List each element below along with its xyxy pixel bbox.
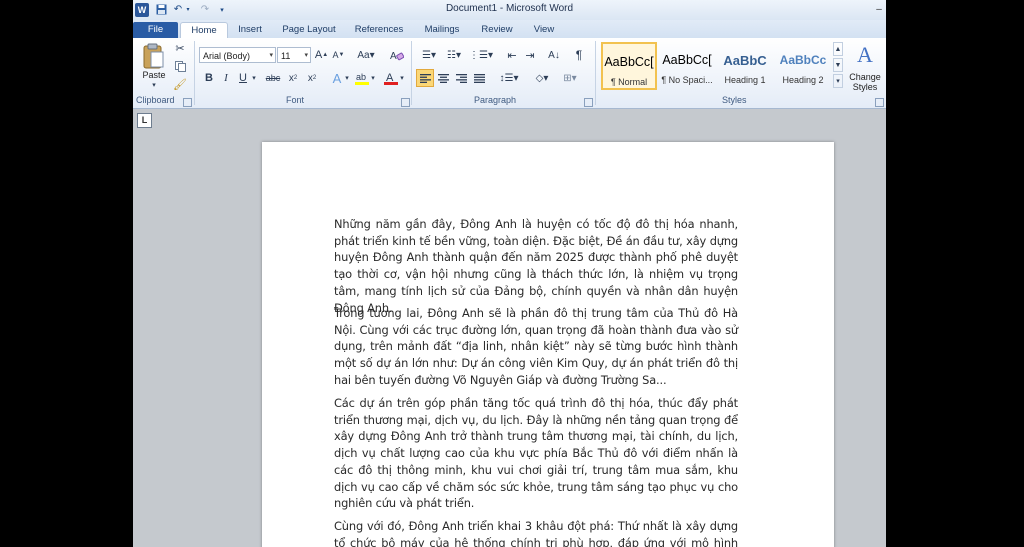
tab-view[interactable]: View bbox=[528, 22, 560, 38]
style-heading-1[interactable]: AaBbC Heading 1 bbox=[717, 42, 773, 90]
styles-more-icon[interactable]: ▾ bbox=[833, 74, 843, 88]
svg-text:A: A bbox=[390, 51, 397, 62]
italic-icon[interactable]: I bbox=[219, 70, 233, 86]
styles-group-label: Styles bbox=[722, 95, 747, 105]
change-styles-button[interactable]: Change Styles bbox=[845, 71, 885, 93]
subscript-icon[interactable]: x2 bbox=[286, 70, 300, 86]
svg-text:ab: ab bbox=[356, 72, 366, 82]
paste-icon[interactable] bbox=[142, 42, 166, 70]
highlight-icon[interactable]: ab bbox=[354, 70, 370, 86]
chevron-down-icon: ▾ bbox=[304, 52, 308, 59]
underline-dropdown-icon[interactable]: ▾ bbox=[250, 70, 258, 86]
tab-mailings[interactable]: Mailings bbox=[418, 22, 466, 38]
font-color-dropdown-icon[interactable]: ▾ bbox=[398, 70, 406, 86]
style-no-spacing[interactable]: AaBbCc[ ¶ No Spaci... bbox=[659, 42, 715, 90]
group-divider bbox=[411, 41, 412, 105]
font-size-value: 11 bbox=[281, 51, 291, 61]
document-paragraph[interactable]: Những năm gần đây, Đông Anh là huyện có … bbox=[334, 216, 738, 316]
shrink-font-icon[interactable]: A ▼ bbox=[331, 47, 346, 63]
strikethrough-icon[interactable]: abc bbox=[265, 70, 281, 86]
style-name: ¶ Normal bbox=[610, 77, 648, 87]
change-styles-icon[interactable]: A bbox=[850, 42, 880, 68]
change-case-icon[interactable]: Aa▾ bbox=[355, 47, 377, 63]
numbering-icon[interactable]: ☷▾ bbox=[443, 47, 465, 63]
increase-indent-icon[interactable]: ⇥ bbox=[522, 47, 538, 63]
clear-formatting-icon[interactable]: A bbox=[389, 47, 405, 63]
bold-icon[interactable]: B bbox=[202, 70, 216, 86]
styles-launcher-icon[interactable] bbox=[875, 98, 884, 107]
document-paragraph[interactable]: Trong tương lai, Đông Anh sẽ là phần đô … bbox=[334, 305, 738, 389]
style-normal[interactable]: AaBbCc[ ¶ Normal bbox=[601, 42, 657, 90]
clipboard-group-label: Clipboard bbox=[136, 95, 175, 105]
title-bar: W ↶ ▾ ↷ ▾ Document1 - Microsoft Word – bbox=[133, 0, 886, 20]
style-sample: AaBbC bbox=[723, 53, 767, 68]
font-name-dropdown[interactable]: Arial (Body) ▾ bbox=[199, 47, 276, 63]
document-page[interactable]: Những năm gần đây, Đông Anh là huyện có … bbox=[262, 142, 834, 547]
tab-references[interactable]: References bbox=[351, 22, 407, 38]
superscript-icon[interactable]: x2 bbox=[305, 70, 319, 86]
styles-scroll-down-icon[interactable]: ▼ bbox=[833, 58, 843, 72]
align-left-icon[interactable] bbox=[416, 69, 434, 87]
style-name: Heading 2 bbox=[782, 75, 824, 85]
tab-file[interactable]: File bbox=[133, 22, 178, 38]
copy-icon[interactable] bbox=[173, 59, 187, 73]
font-launcher-icon[interactable] bbox=[401, 98, 410, 107]
document-paragraph[interactable]: Cùng với đó, Đông Anh triển khai 3 khâu … bbox=[334, 518, 738, 547]
style-sample: AaBbCc bbox=[779, 53, 827, 67]
document-paragraph[interactable]: Các dự án trên góp phần tăng tốc quá trì… bbox=[334, 395, 738, 512]
paragraph-launcher-icon[interactable] bbox=[584, 98, 593, 107]
chevron-down-icon: ▾ bbox=[269, 52, 273, 59]
format-painter-icon[interactable]: 🖌 bbox=[173, 77, 187, 91]
ribbon-tabs: File Home Insert Page Layout References … bbox=[133, 20, 886, 39]
style-name: Heading 1 bbox=[724, 75, 766, 85]
font-group-label: Font bbox=[286, 95, 305, 105]
ribbon-home: Paste ▾ ✂ 🖌 Clipboard Arial (Body) ▾ 11 ▾ … bbox=[133, 38, 886, 109]
cut-icon[interactable]: ✂ bbox=[173, 41, 187, 55]
minimize-icon[interactable]: – bbox=[873, 2, 885, 17]
highlight-dropdown-icon[interactable]: ▾ bbox=[369, 70, 377, 86]
window-title: Document1 - Microsoft Word bbox=[445, 3, 574, 14]
show-formatting-icon[interactable]: ¶ bbox=[572, 47, 586, 63]
style-sample: AaBbCc[ bbox=[604, 55, 654, 69]
paste-dropdown-icon[interactable]: ▾ bbox=[148, 80, 160, 90]
borders-icon[interactable]: ⊞▾ bbox=[559, 70, 581, 86]
clipboard-launcher-icon[interactable] bbox=[183, 98, 192, 107]
group-divider bbox=[194, 41, 195, 105]
text-effects-dropdown-icon[interactable]: ▾ bbox=[343, 70, 351, 86]
word-window: W ↶ ▾ ↷ ▾ Document1 - Microsoft Word – F… bbox=[133, 0, 886, 547]
align-center-icon[interactable] bbox=[435, 70, 451, 86]
decrease-indent-icon[interactable]: ⇤ bbox=[504, 47, 520, 63]
paragraph-group-label: Paragraph bbox=[474, 95, 517, 105]
font-color-icon[interactable]: A bbox=[383, 70, 399, 86]
grow-font-icon[interactable]: A ▲ bbox=[314, 47, 329, 63]
line-spacing-icon[interactable]: ↕☰▾ bbox=[498, 70, 520, 86]
align-right-icon[interactable] bbox=[453, 70, 469, 86]
tab-review[interactable]: Review bbox=[477, 22, 517, 38]
justify-icon[interactable] bbox=[471, 70, 487, 86]
tab-selector[interactable]: L bbox=[137, 113, 152, 128]
multilevel-list-icon[interactable]: ⋮☰▾ bbox=[469, 47, 493, 63]
font-name-value: Arial (Body) bbox=[203, 51, 251, 61]
shading-icon[interactable]: ◇▾ bbox=[531, 70, 553, 86]
bullets-icon[interactable]: ☰▾ bbox=[418, 47, 440, 63]
style-sample: AaBbCc[ bbox=[662, 53, 712, 67]
tab-home[interactable]: Home bbox=[180, 22, 228, 39]
underline-icon[interactable]: U bbox=[236, 70, 250, 86]
font-size-dropdown[interactable]: 11 ▾ bbox=[277, 47, 311, 63]
style-name: ¶ No Spaci... bbox=[661, 75, 713, 85]
styles-scroll-up-icon[interactable]: ▲ bbox=[833, 42, 843, 56]
group-divider bbox=[595, 41, 596, 105]
tab-insert[interactable]: Insert bbox=[231, 22, 269, 38]
style-heading-2[interactable]: AaBbCc Heading 2 bbox=[775, 42, 831, 90]
tab-page-layout[interactable]: Page Layout bbox=[279, 22, 339, 38]
sort-icon[interactable]: A↓ bbox=[546, 47, 562, 63]
